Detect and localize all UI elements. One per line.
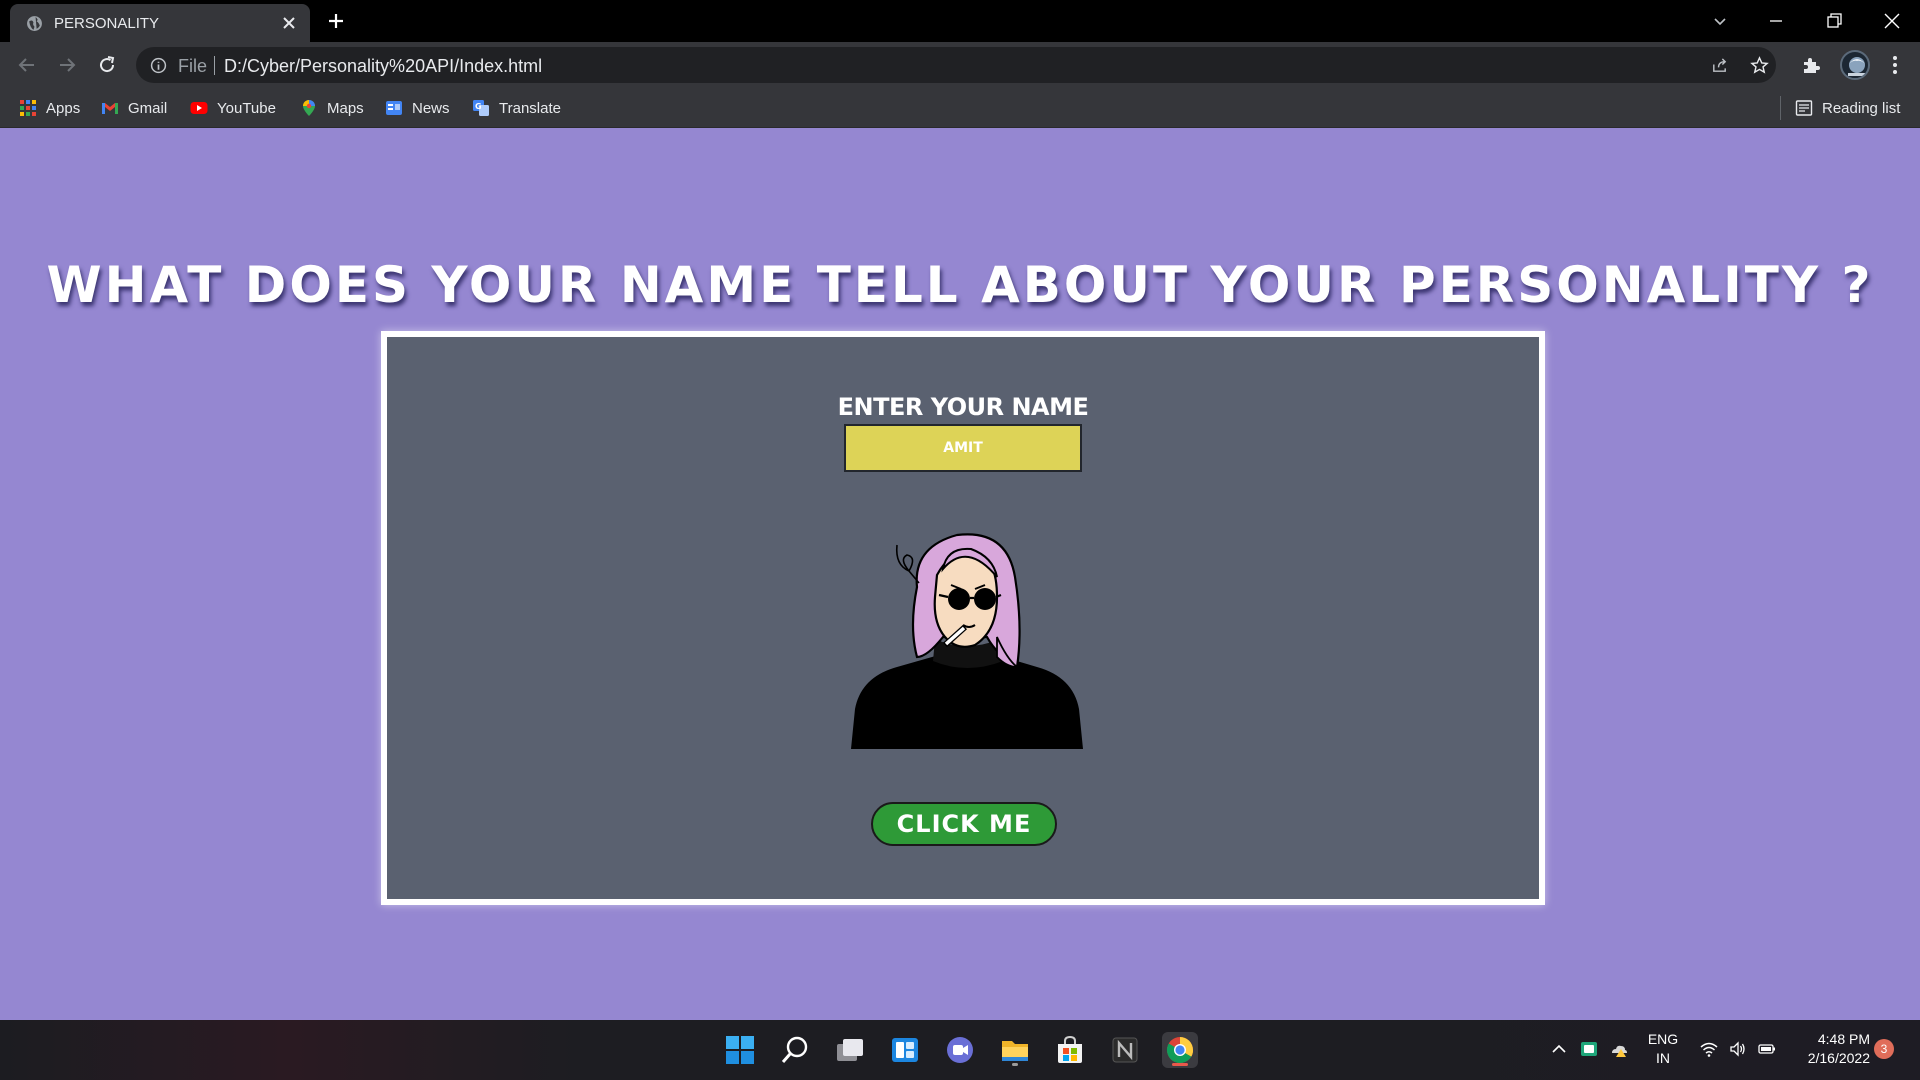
notion-button[interactable] [1107,1032,1143,1068]
restore-icon[interactable] [1822,9,1846,33]
widgets-button[interactable] [887,1032,923,1068]
file-explorer-button[interactable] [997,1032,1033,1068]
taskbar-search[interactable] [777,1032,813,1068]
back-icon[interactable] [15,53,39,77]
share-icon[interactable] [1710,56,1729,75]
bookmark-news[interactable]: News [385,96,450,120]
bookmark-maps[interactable]: Maps [300,96,364,120]
browser-toolbar: File D:/Cyber/Personality%20API/Index.ht… [0,42,1920,88]
minimize-icon[interactable] [1764,9,1788,33]
teams-chat-button[interactable] [942,1032,978,1068]
profile-avatar-icon [1848,57,1866,76]
new-tab-icon[interactable] [326,11,346,31]
profile-avatar[interactable] [1840,50,1870,80]
running-indicator [1012,1063,1018,1066]
bookmarks-bar: Apps Gmail YouTube Maps News G Translate… [0,88,1920,128]
battery-icon[interactable] [1758,1040,1776,1058]
volume-icon[interactable] [1729,1040,1747,1058]
forward-icon[interactable] [55,53,79,77]
svg-text:G: G [475,102,482,111]
bookmark-apps[interactable]: Apps [19,96,80,120]
windows-taskbar: ENG IN 4:48 PM 2/16/2022 3 [0,1020,1920,1080]
search-icon [781,1036,808,1063]
tray-app-icon[interactable] [1580,1040,1598,1058]
browser-tab[interactable]: PERSONALITY [10,4,310,42]
microsoft-store-button[interactable] [1052,1032,1088,1068]
task-view-icon [837,1039,863,1061]
chrome-button[interactable] [1162,1032,1198,1068]
onedrive-warning-icon[interactable] [1610,1040,1628,1058]
globe-icon [27,16,42,31]
teams-chat-icon [947,1037,973,1063]
notification-badge[interactable]: 3 [1874,1039,1894,1059]
address-scheme: File [178,56,208,76]
bookmark-label: Apps [46,99,81,117]
address-separator [214,56,215,75]
active-app-indicator [1172,1063,1188,1066]
task-view-button[interactable] [832,1032,868,1068]
chrome-icon [1166,1037,1194,1064]
tab-search-icon[interactable] [1708,9,1732,33]
address-bar[interactable]: File D:/Cyber/Personality%20API/Index.ht… [136,47,1776,83]
apps-grid-icon [20,100,36,116]
reading-list-icon [1795,100,1813,116]
name-input[interactable] [844,424,1082,472]
bookmark-star-icon[interactable] [1750,56,1769,75]
maps-pin-icon [303,100,315,116]
click-me-button[interactable]: CLICK ME [871,802,1057,846]
close-window-icon[interactable] [1880,9,1904,33]
reading-list-label: Reading list [1822,99,1901,117]
name-input-label: ENTER YOUR NAME [837,393,1089,421]
web-page: WHAT DOES YOUR NAME TELL ABOUT YOUR PERS… [0,128,1920,1020]
more-menu-icon[interactable] [1884,54,1906,76]
bookmarks-divider [1780,96,1781,120]
bookmark-label: Translate [499,99,561,117]
translate-icon: G [473,100,489,116]
browser-tab-strip: PERSONALITY [0,0,1920,42]
bookmark-translate[interactable]: G Translate [472,96,561,120]
reading-list-button[interactable]: Reading list [1795,96,1900,120]
reload-icon[interactable] [95,53,119,77]
file-explorer-icon [1002,1041,1028,1061]
show-hidden-icons-chevron-icon[interactable] [1550,1040,1568,1058]
gmail-icon [102,103,118,114]
bookmark-label: Gmail [128,99,168,117]
page-headline: WHAT DOES YOUR NAME TELL ABOUT YOUR PERS… [46,256,1874,314]
tab-title: PERSONALITY [54,15,160,32]
start-button[interactable] [722,1032,758,1068]
microsoft-store-icon [1058,1035,1082,1063]
info-icon[interactable] [150,57,167,74]
clock-date[interactable]: 2/16/2022 [1790,1050,1870,1066]
clock-time[interactable]: 4:48 PM [1790,1031,1870,1047]
close-tab-icon[interactable] [282,16,296,30]
character-illustration [851,533,1083,749]
language-indicator-bottom[interactable]: IN [1646,1050,1680,1066]
extensions-icon[interactable] [1800,54,1822,76]
name-form-card: ENTER YOUR NAME CL [381,331,1545,905]
bookmark-gmail[interactable]: Gmail [101,96,167,120]
widgets-icon [892,1038,918,1062]
bookmark-label: News [412,99,450,117]
youtube-icon [190,102,208,114]
bookmark-label: YouTube [217,99,276,117]
windows-start-icon [726,1036,754,1064]
address-url[interactable]: D:/Cyber/Personality%20API/Index.html [224,56,542,77]
bookmark-youtube[interactable]: YouTube [190,96,276,120]
news-icon [386,101,402,115]
wifi-icon[interactable] [1700,1040,1718,1058]
notion-icon [1112,1037,1138,1063]
language-indicator-top[interactable]: ENG [1646,1031,1680,1047]
bookmark-label: Maps [327,99,364,117]
